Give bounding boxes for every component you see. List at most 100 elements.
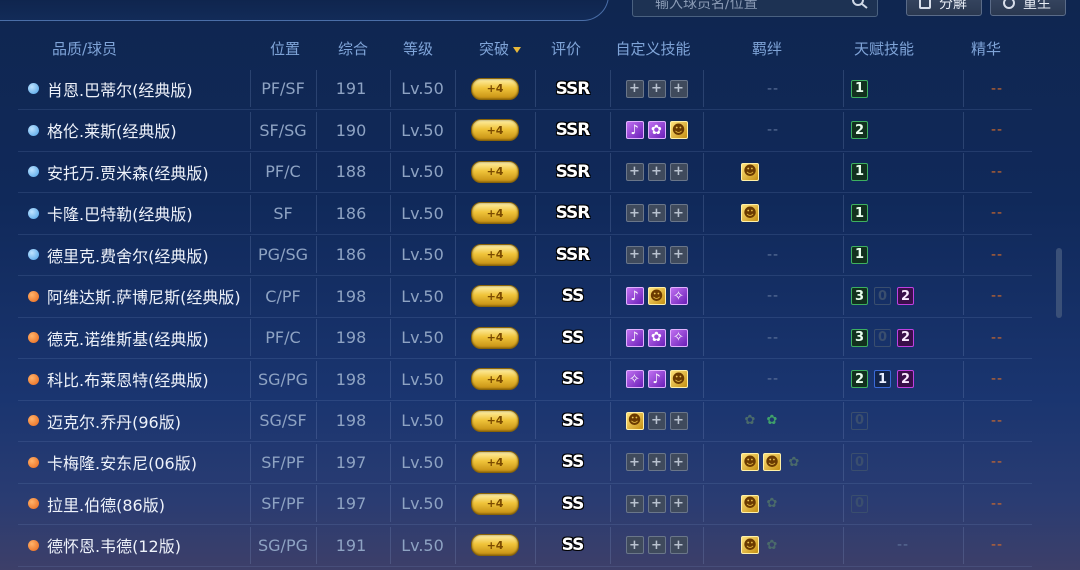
add-skill-slot[interactable]: +: [669, 453, 688, 471]
bond-icon[interactable]: ✿: [763, 536, 781, 554]
search-icon[interactable]: [851, 0, 869, 9]
add-skill-slot[interactable]: +: [669, 162, 688, 181]
add-skill-slot[interactable]: +: [647, 494, 666, 513]
talent-badge[interactable]: 0: [851, 411, 868, 430]
player-cell[interactable]: 德克.诺维斯基(经典版): [28, 317, 250, 358]
add-skill-slot[interactable]: +: [647, 411, 666, 430]
header-bonds[interactable]: 羁绊: [752, 38, 782, 59]
add-skill-slot[interactable]: +: [669, 245, 688, 264]
add-skill-slot[interactable]: +: [669, 494, 688, 513]
header-talent-skills[interactable]: 天赋技能: [854, 38, 914, 59]
bond-icon[interactable]: ☻: [763, 453, 781, 471]
talent-badge[interactable]: 0: [874, 328, 891, 347]
skill-icon[interactable]: ✧: [669, 287, 688, 305]
player-name[interactable]: 德怀恩.韦德(12版): [47, 533, 181, 557]
add-skill-slot[interactable]: +: [669, 411, 688, 430]
player-cell[interactable]: 格伦.莱斯(经典版): [28, 110, 250, 151]
player-cell[interactable]: 迈克尔.乔丹(96版): [28, 400, 250, 441]
table-row[interactable]: 安托万.贾米森(经典版) PF/C 188 Lv.50 +4 SSR + + + ☻ 1 --: [18, 151, 1032, 193]
add-skill-slot[interactable]: +: [625, 536, 644, 554]
add-skill-slot[interactable]: +: [625, 204, 644, 222]
header-rating[interactable]: 评价: [551, 38, 581, 59]
player-cell[interactable]: 阿维达斯.萨博尼斯(经典版): [28, 276, 250, 317]
player-cell[interactable]: 德里克.费舍尔(经典版): [28, 234, 250, 275]
skill-icon[interactable]: ☻: [669, 121, 688, 139]
search-input[interactable]: [653, 0, 837, 13]
skill-icon[interactable]: ☻: [625, 411, 644, 430]
talent-badge[interactable]: 0: [874, 287, 891, 305]
add-skill-slot[interactable]: +: [625, 453, 644, 471]
add-skill-slot[interactable]: +: [669, 79, 688, 98]
add-skill-slot[interactable]: +: [625, 162, 644, 181]
talent-badge[interactable]: 1: [851, 79, 868, 98]
player-name[interactable]: 肖恩.巴蒂尔(经典版): [47, 77, 193, 101]
header-overall[interactable]: 综合: [338, 38, 368, 59]
skill-icon[interactable]: ☻: [647, 287, 666, 305]
header-position[interactable]: 位置: [270, 38, 300, 59]
header-essence[interactable]: 精华: [971, 38, 1001, 59]
player-cell[interactable]: 卡梅隆.安东尼(06版): [28, 442, 250, 483]
add-skill-slot[interactable]: +: [647, 453, 666, 471]
player-cell[interactable]: 卡隆.巴特勒(经典版): [28, 193, 250, 234]
add-skill-slot[interactable]: +: [647, 162, 666, 181]
player-name[interactable]: 安托万.贾米森(经典版): [47, 160, 209, 184]
skill-icon[interactable]: ✧: [625, 370, 644, 388]
table-row[interactable]: 科比.布莱恩特(经典版) SG/PG 198 Lv.50 +4 SS ✧ ♪ ☻ -- 2 1 2 --: [18, 359, 1032, 401]
player-cell[interactable]: 肖恩.巴蒂尔(经典版): [28, 68, 250, 109]
player-name[interactable]: 卡梅隆.安东尼(06版): [47, 450, 197, 474]
talent-badge[interactable]: 0: [851, 494, 868, 513]
header-quality-player[interactable]: 品质/球员: [52, 38, 117, 59]
player-name[interactable]: 德克.诺维斯基(经典版): [47, 326, 209, 350]
bond-icon[interactable]: ☻: [741, 453, 759, 471]
player-cell[interactable]: 科比.布莱恩特(经典版): [28, 359, 250, 400]
add-skill-slot[interactable]: +: [669, 204, 688, 222]
bond-icon[interactable]: ☻: [741, 162, 759, 181]
player-name[interactable]: 拉里.伯德(86版): [47, 492, 165, 516]
bond-icon[interactable]: ✿: [763, 412, 781, 430]
talent-badge[interactable]: 3: [851, 287, 868, 305]
talent-badge[interactable]: 0: [851, 453, 868, 471]
add-skill-slot[interactable]: +: [669, 536, 688, 554]
player-name[interactable]: 卡隆.巴特勒(经典版): [47, 201, 193, 225]
player-name[interactable]: 科比.布莱恩特(经典版): [47, 367, 209, 391]
table-row[interactable]: 肖恩.巴蒂尔(经典版) PF/SF 191 Lv.50 +4 SSR + + + -- 1 --: [18, 68, 1032, 110]
skill-icon[interactable]: ✿: [647, 121, 666, 139]
skill-icon[interactable]: ✧: [669, 328, 688, 347]
table-row[interactable]: 阿维达斯.萨博尼斯(经典版) C/PF 198 Lv.50 +4 SS ♪ ☻ ✧ -- 3 0 2 --: [18, 276, 1032, 318]
table-row[interactable]: 格伦.莱斯(经典版) SF/SG 190 Lv.50 +4 SSR ♪ ✿ ☻ -- 2 --: [18, 110, 1032, 152]
table-row[interactable]: 卡梅隆.安东尼(06版) SF/PF 197 Lv.50 +4 SS + + + ☻ ☻ ✿ 0 --: [18, 442, 1032, 484]
add-skill-slot[interactable]: +: [647, 536, 666, 554]
scrollbar[interactable]: [1056, 248, 1062, 318]
rebirth-button[interactable]: 重生: [990, 0, 1066, 16]
table-row[interactable]: 迈克尔.乔丹(96版) SG/SF 198 Lv.50 +4 SS ☻ + + ✿ ✿ 0 --: [18, 400, 1032, 442]
add-skill-slot[interactable]: +: [647, 245, 666, 264]
skill-icon[interactable]: ✿: [647, 328, 666, 347]
add-skill-slot[interactable]: +: [625, 494, 644, 513]
bond-icon[interactable]: ☻: [741, 204, 759, 222]
table-row[interactable]: 德怀恩.韦德(12版) SG/PG 191 Lv.50 +4 SS + + + ☻ ✿ -- --: [18, 525, 1032, 567]
bond-icon[interactable]: ☻: [741, 536, 759, 554]
skill-icon[interactable]: ♪: [625, 121, 644, 139]
add-skill-slot[interactable]: +: [647, 204, 666, 222]
talent-badge[interactable]: 3: [851, 328, 868, 347]
decompose-button[interactable]: 分解: [906, 0, 982, 16]
skill-icon[interactable]: ♪: [647, 370, 666, 388]
player-name[interactable]: 迈克尔.乔丹(96版): [47, 409, 181, 433]
header-custom-skills[interactable]: 自定义技能: [615, 38, 690, 59]
skill-icon[interactable]: ♪: [625, 287, 644, 305]
talent-badge[interactable]: 2: [897, 287, 914, 305]
add-skill-slot[interactable]: +: [625, 79, 644, 98]
table-row[interactable]: 德克.诺维斯基(经典版) PF/C 198 Lv.50 +4 SS ♪ ✿ ✧ -- 3 0 2 --: [18, 317, 1032, 359]
player-name[interactable]: 格伦.莱斯(经典版): [47, 118, 177, 142]
talent-badge[interactable]: 2: [851, 121, 868, 139]
talent-badge[interactable]: 1: [851, 162, 868, 181]
bond-icon[interactable]: ☻: [741, 494, 759, 513]
add-skill-slot[interactable]: +: [647, 79, 666, 98]
talent-badge[interactable]: 2: [897, 328, 914, 347]
table-row[interactable]: 德里克.费舍尔(经典版) PG/SG 186 Lv.50 +4 SSR + + + -- 1 --: [18, 234, 1032, 276]
talent-badge[interactable]: 2: [897, 370, 914, 388]
player-cell[interactable]: 安托万.贾米森(经典版): [28, 151, 250, 192]
talent-badge[interactable]: 2: [851, 370, 868, 388]
search-box[interactable]: [632, 0, 878, 17]
bond-icon[interactable]: ✿: [741, 412, 759, 430]
